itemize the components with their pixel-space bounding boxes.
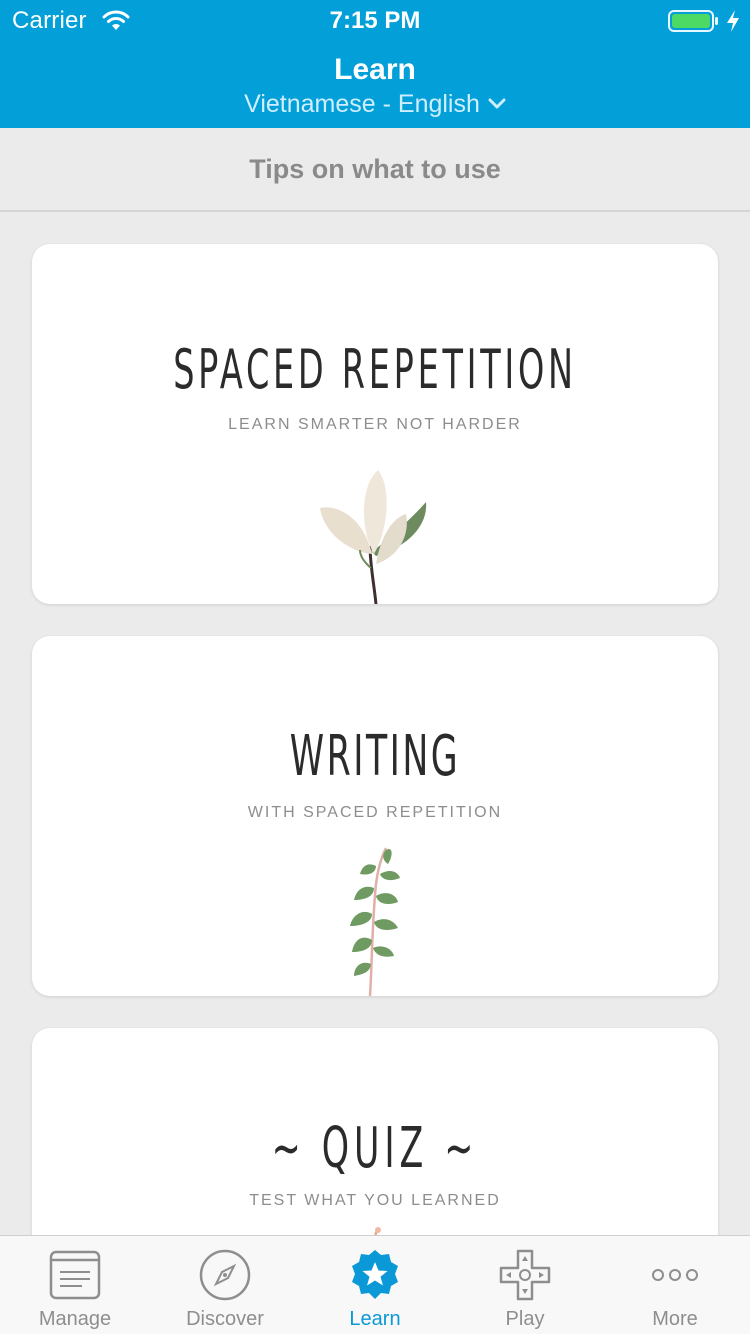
- tab-discover[interactable]: Discover: [150, 1236, 300, 1334]
- status-bar: Carrier 7:15 PM: [0, 0, 750, 40]
- writing-card[interactable]: WRITING WITH SPACED REPETITION: [32, 636, 718, 996]
- manage-icon: [49, 1250, 101, 1300]
- battery-icon: [668, 10, 718, 32]
- tab-play[interactable]: Play: [450, 1236, 600, 1334]
- tab-bar: Manage Discover Learn Play More: [0, 1235, 750, 1334]
- language-pair-selector[interactable]: Vietnamese - English: [0, 88, 750, 120]
- language-pair-label: Vietnamese - English: [244, 90, 480, 118]
- tab-label: Discover: [186, 1308, 264, 1330]
- compass-icon: [199, 1249, 251, 1301]
- card-subtitle: LEARN SMARTER NOT HARDER: [228, 416, 522, 433]
- more-icon: [652, 1269, 698, 1281]
- charging-bolt-icon: [727, 10, 739, 32]
- tab-learn[interactable]: Learn: [300, 1236, 450, 1334]
- tab-more[interactable]: More: [600, 1236, 750, 1334]
- tab-label: Manage: [38, 1308, 112, 1330]
- spaced-repetition-card[interactable]: SPACED REPETITION LEARN SMARTER NOT HARD…: [32, 244, 718, 604]
- magnolia-plant-icon: [320, 470, 427, 604]
- card-subtitle: TEST WHAT YOU LEARNED: [249, 1192, 501, 1209]
- tab-label: Learn: [349, 1308, 401, 1330]
- gamepad-icon: [499, 1249, 551, 1301]
- card-title: SPACED REPETITION: [173, 338, 577, 401]
- tab-label: More: [652, 1308, 698, 1330]
- tab-label: Play: [505, 1308, 545, 1330]
- card-title: WRITING: [289, 724, 461, 789]
- card-subtitle: WITH SPACED REPETITION: [247, 804, 503, 821]
- chevron-down-icon: [488, 98, 506, 109]
- navigation-header: Carrier 7:15 PM Learn Vietnamese - Engli…: [0, 0, 750, 128]
- card-title: ~ QUIZ ~: [271, 1116, 479, 1181]
- tips-label: Tips on what to use: [249, 153, 501, 184]
- eucalyptus-plant-icon: [350, 847, 400, 996]
- tab-manage[interactable]: Manage: [0, 1236, 150, 1334]
- status-time: 7:15 PM: [329, 7, 421, 34]
- page-title: Learn: [334, 53, 416, 86]
- badge-star-icon: [352, 1250, 398, 1299]
- tips-header[interactable]: Tips on what to use: [0, 128, 750, 212]
